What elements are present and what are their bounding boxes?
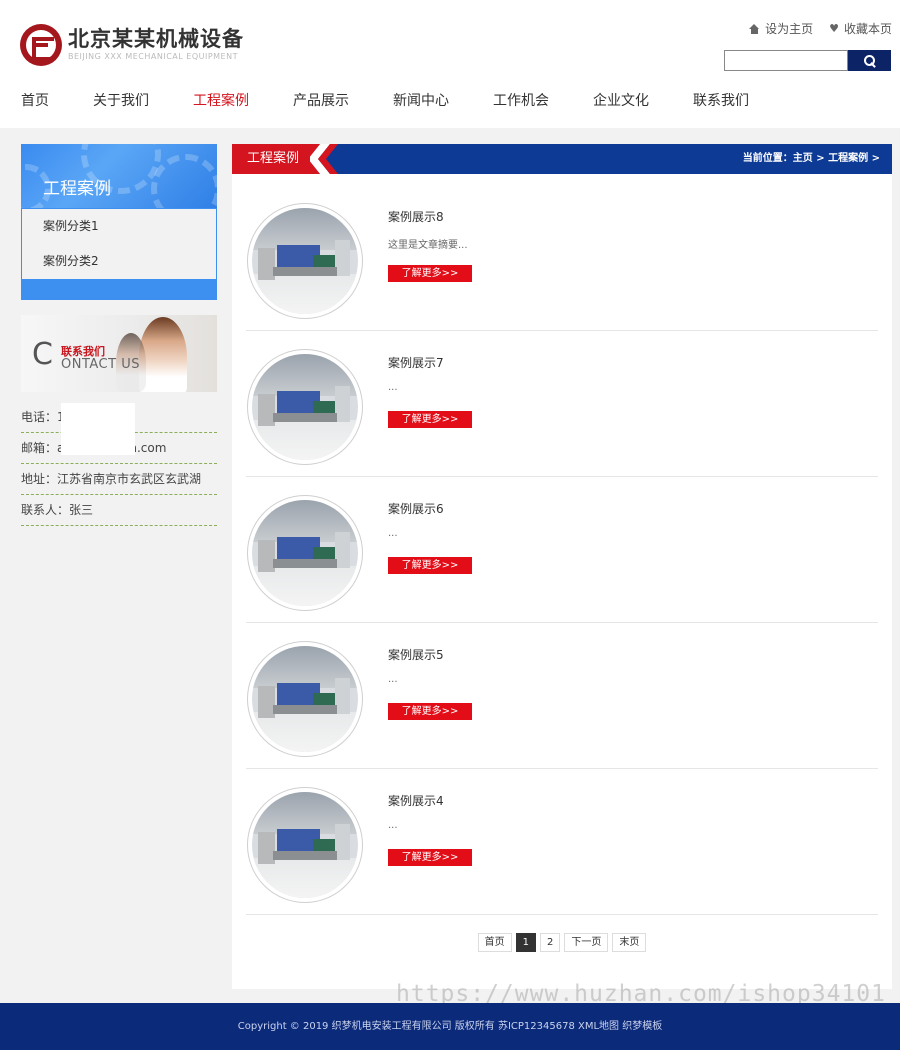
case-title[interactable]: 案例展示5	[388, 646, 444, 663]
pager-page-2[interactable]: 2	[540, 933, 561, 952]
list-item: 案例展示6 ... 了解更多>>	[246, 477, 878, 623]
logo-name-en: BEIJING XXX MECHANICAL EQUIPMENT	[68, 52, 238, 61]
pager-last[interactable]: 末页	[612, 933, 647, 952]
sidebar-item-category-1[interactable]: 案例分类1	[22, 209, 216, 244]
logo-emblem-icon	[20, 24, 62, 66]
search-bar	[724, 50, 891, 71]
case-title[interactable]: 案例展示7	[388, 354, 444, 371]
home-icon	[749, 23, 760, 34]
sidebar-category-list: 案例分类1 案例分类2	[22, 209, 216, 279]
pager-first[interactable]: 首页	[477, 933, 512, 952]
case-summary: ...	[388, 674, 398, 685]
set-home-link[interactable]: 设为主页	[749, 20, 813, 37]
site-logo[interactable]: 北京某某机械设备 BEIJING XXX MECHANICAL EQUIPMEN…	[20, 24, 244, 66]
site-header: 北京某某机械设备 BEIJING XXX MECHANICAL EQUIPMEN…	[0, 0, 900, 128]
list-item: 案例展示5 ... 了解更多>>	[246, 623, 878, 769]
sidebar-header: 工程案例	[21, 144, 217, 208]
case-thumbnail[interactable]	[247, 495, 363, 611]
site-footer: Copyright © 2019 织梦机电安装工程有限公司 版权所有 苏ICP1…	[0, 1003, 900, 1050]
case-thumbnail[interactable]	[247, 349, 363, 465]
set-home-label: 设为主页	[765, 22, 814, 36]
read-more-button[interactable]: 了解更多>>	[388, 703, 472, 720]
case-title[interactable]: 案例展示8	[388, 208, 444, 225]
case-summary: ...	[388, 820, 398, 831]
search-input[interactable]	[724, 50, 848, 71]
logo-name-cn: 北京某某机械设备	[68, 27, 244, 51]
redaction-mask	[61, 403, 135, 455]
double-chevron-icon	[310, 144, 338, 174]
case-summary: ...	[388, 382, 398, 393]
nav-item-home[interactable]: 首页	[21, 90, 49, 112]
contact-address: 地址：江苏省南京市玄武区玄武湖	[21, 464, 217, 495]
favorite-link[interactable]: ♥ 收藏本页	[829, 20, 892, 37]
nav-item-about[interactable]: 关于我们	[93, 90, 149, 112]
nav-item-jobs[interactable]: 工作机会	[493, 90, 549, 112]
list-item: 案例展示8 这里是文章摘要... 了解更多>>	[246, 185, 878, 331]
read-more-button[interactable]: 了解更多>>	[388, 265, 472, 282]
case-title[interactable]: 案例展示6	[388, 500, 444, 517]
read-more-button[interactable]: 了解更多>>	[388, 557, 472, 574]
pagination: 首页 1 2 下一页 末页	[232, 933, 892, 952]
nav-item-culture[interactable]: 企业文化	[593, 90, 649, 112]
contact-email-head: 邮箱：a	[21, 441, 65, 455]
contact-banner-en: ONTACT US	[61, 357, 140, 372]
read-more-button[interactable]: 了解更多>>	[388, 849, 472, 866]
list-item: 案例展示7 ... 了解更多>>	[246, 331, 878, 477]
footer-copyright: Copyright © 2019 织梦机电安装工程有限公司 版权所有 苏ICP1…	[237, 1021, 663, 1032]
sidebar-title: 工程案例	[43, 179, 111, 199]
search-icon	[863, 54, 876, 67]
main-nav: 首页 关于我们 工程案例 产品展示 新闻中心 工作机会 企业文化 联系我们	[0, 90, 749, 112]
nav-item-cases[interactable]: 工程案例	[193, 90, 249, 112]
case-thumbnail[interactable]	[247, 203, 363, 319]
top-links: 设为主页 ♥ 收藏本页	[749, 20, 892, 37]
favorite-label: 收藏本页	[843, 22, 892, 36]
search-button[interactable]	[848, 50, 891, 71]
content-title: 工程案例	[247, 151, 300, 166]
nav-item-contact[interactable]: 联系我们	[693, 90, 749, 112]
nav-item-news[interactable]: 新闻中心	[393, 90, 449, 112]
sidebar-item-category-2[interactable]: 案例分类2	[22, 244, 216, 279]
sidebar-category-box: 工程案例 案例分类1 案例分类2	[21, 144, 217, 300]
heart-icon: ♥	[829, 22, 839, 35]
list-item: 案例展示4 ... 了解更多>>	[246, 769, 878, 915]
case-thumbnail[interactable]	[247, 787, 363, 903]
operator-photo	[139, 317, 187, 392]
pager-next[interactable]: 下一页	[564, 933, 609, 952]
case-list-panel: 工程案例 当前位置：主页 > 工程案例 > 案例展示8 这里是文章摘要... 了…	[232, 144, 892, 989]
case-summary: 这里是文章摘要...	[388, 240, 468, 251]
case-list: 案例展示8 这里是文章摘要... 了解更多>> 案例展示7 ... 了解更多>>…	[246, 185, 878, 915]
pager-page-1[interactable]: 1	[515, 933, 536, 952]
contact-banner-c: C	[32, 337, 53, 372]
case-title[interactable]: 案例展示4	[388, 792, 444, 809]
gear-icon	[151, 154, 217, 208]
nav-item-products[interactable]: 产品展示	[293, 90, 349, 112]
content-header: 工程案例 当前位置：主页 > 工程案例 >	[232, 144, 892, 174]
contact-person: 联系人：张三	[21, 495, 217, 526]
read-more-button[interactable]: 了解更多>>	[388, 411, 472, 428]
contact-us-banner: C 联系我们 ONTACT US	[21, 315, 217, 392]
case-summary: ...	[388, 528, 398, 539]
case-thumbnail[interactable]	[247, 641, 363, 757]
breadcrumb: 当前位置：主页 > 工程案例 >	[742, 153, 880, 164]
